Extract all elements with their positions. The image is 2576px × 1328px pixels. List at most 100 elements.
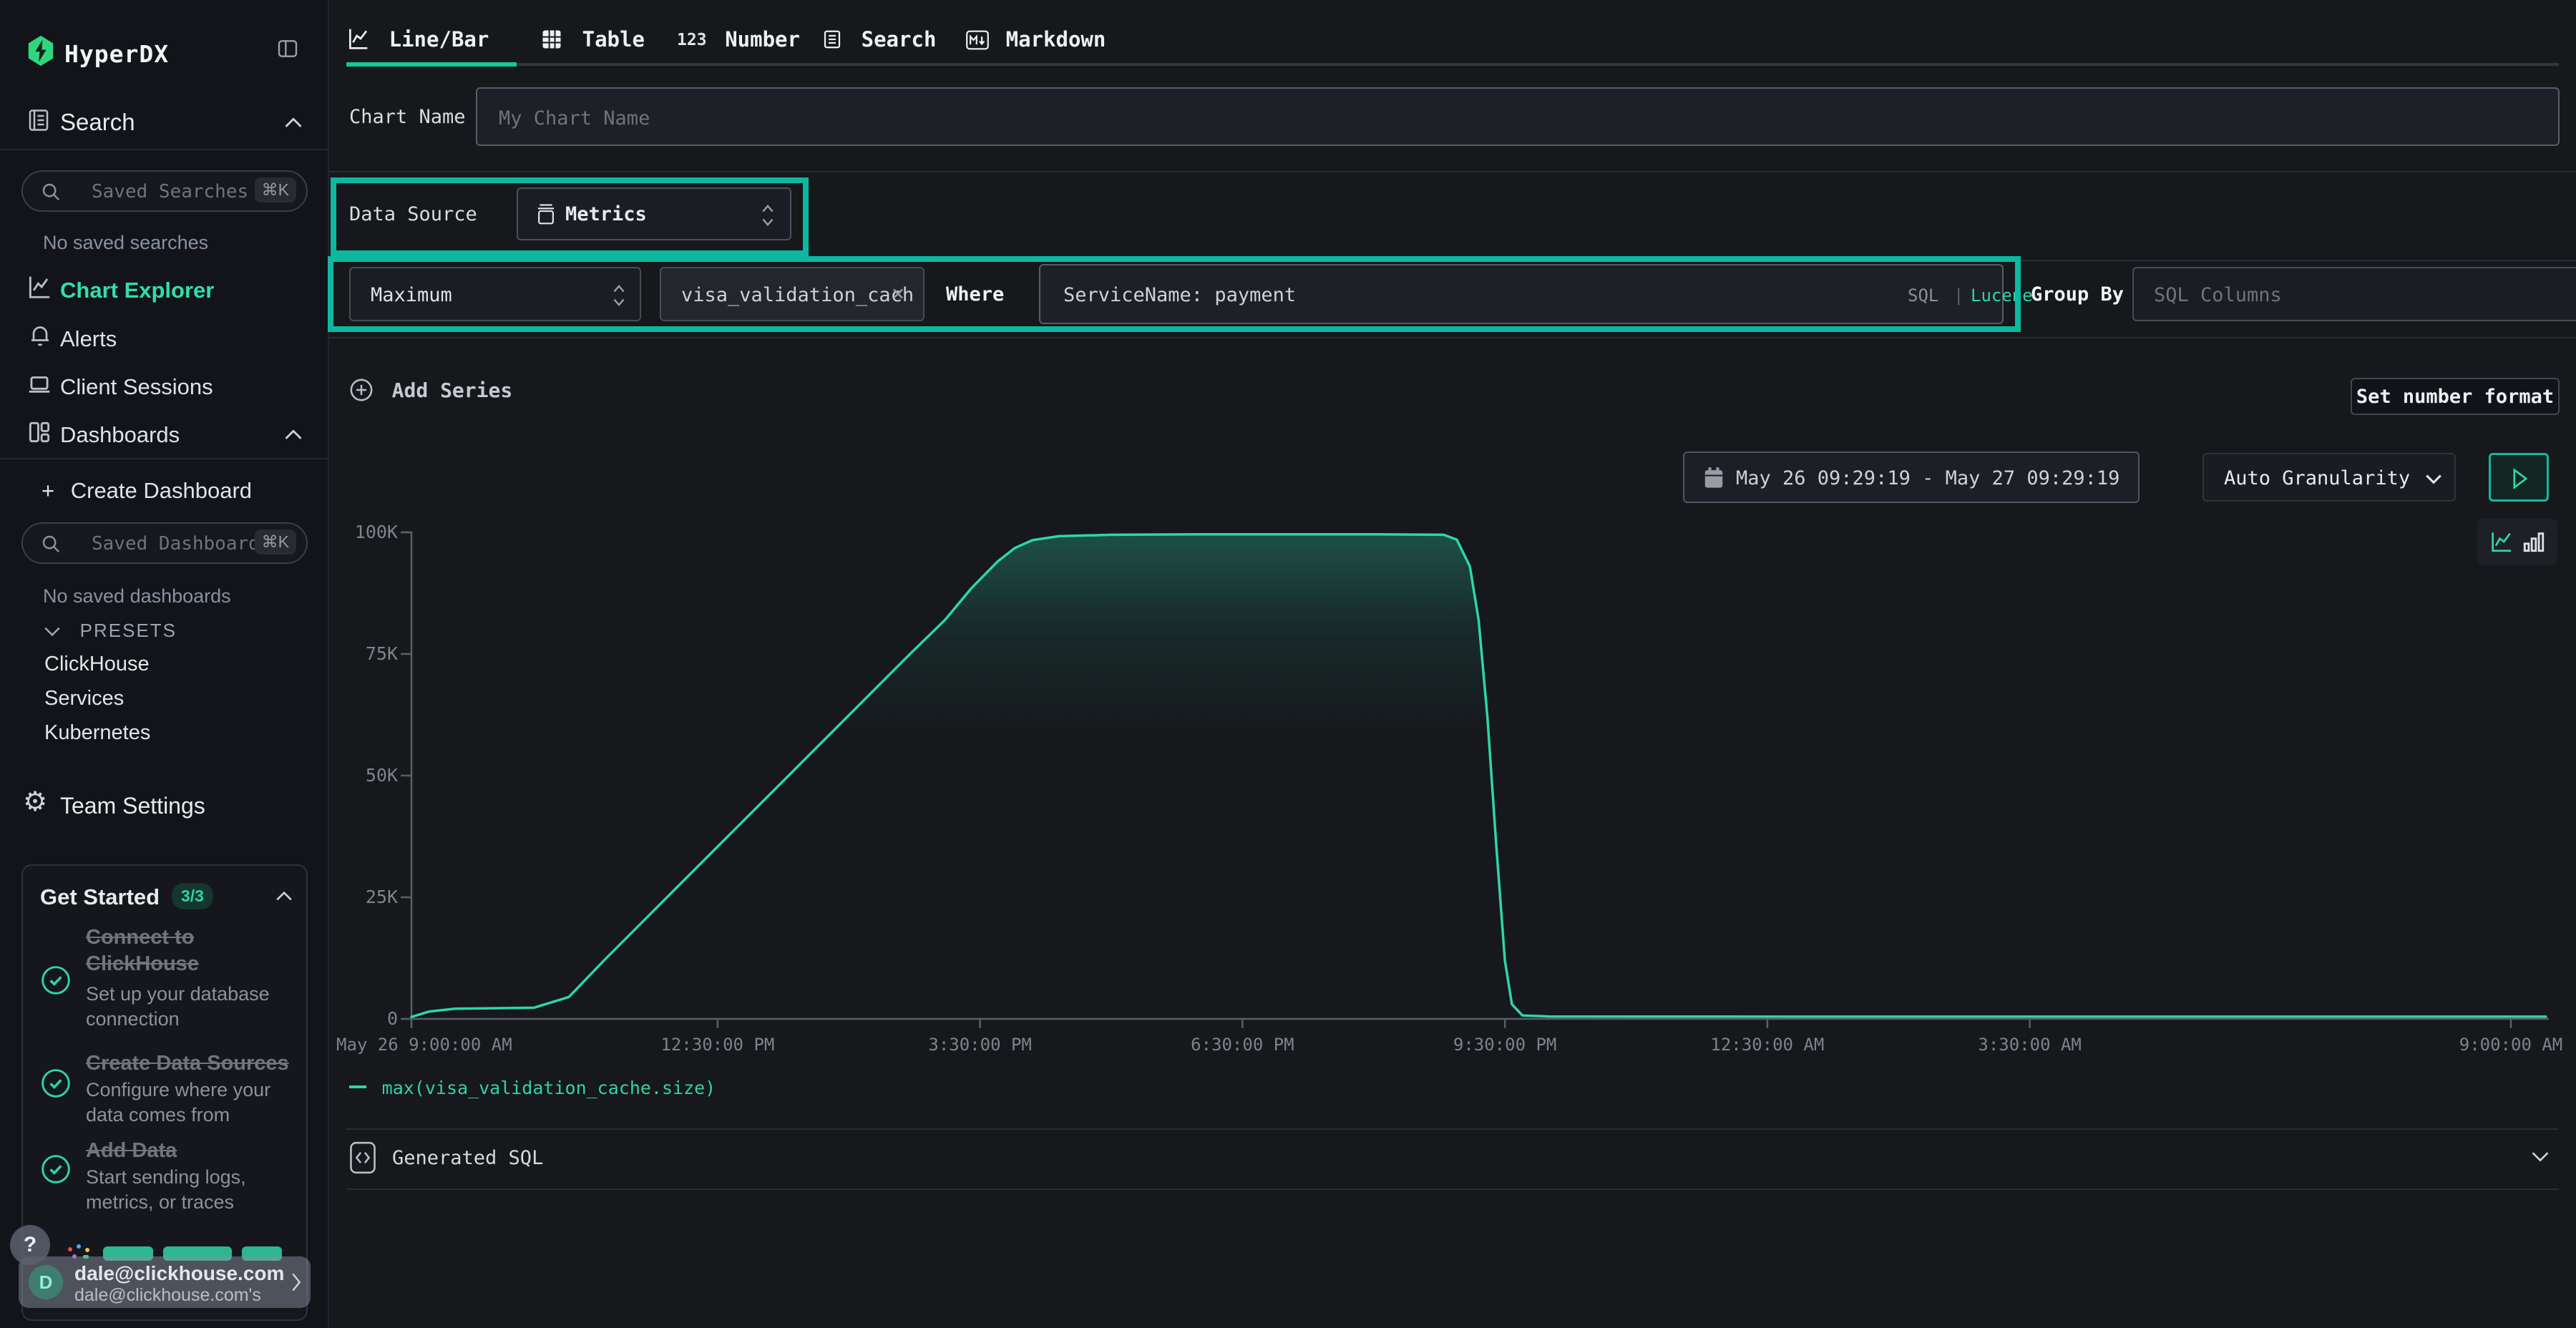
tab-number[interactable]: 123 Number bbox=[677, 27, 800, 52]
where-value: ServiceName: payment bbox=[1063, 284, 1296, 306]
laptop-icon bbox=[26, 371, 53, 398]
sidebar-item-client-sessions[interactable]: Client Sessions bbox=[60, 374, 213, 400]
tab-search[interactable]: Search bbox=[821, 27, 936, 52]
date-range-input[interactable]: May 26 09:29:19 - May 27 09:29:19 bbox=[1683, 451, 2140, 503]
get-started-item-desc: Set up your database connection bbox=[86, 982, 286, 1032]
get-started-item-title[interactable]: Create Data Sources bbox=[86, 1050, 308, 1077]
chart-name-label: Chart Name bbox=[349, 106, 466, 128]
tab-table[interactable]: Table bbox=[541, 27, 645, 52]
saved-dashboards-input[interactable]: Saved Dashboards ⌘K bbox=[21, 522, 308, 564]
play-icon bbox=[2511, 468, 2529, 489]
chevron-down-icon bbox=[2530, 1150, 2550, 1164]
list-document-icon bbox=[821, 29, 843, 50]
shortcut-badge: ⌘K bbox=[255, 529, 296, 555]
run-query-button[interactable] bbox=[2489, 453, 2549, 502]
chart-area[interactable]: 025K50K75K100K May 26 9:00:00 AM12:30:00… bbox=[329, 522, 2576, 1068]
y-axis-tick-label: 100K bbox=[329, 522, 398, 542]
chevron-up-icon[interactable] bbox=[283, 428, 303, 441]
divider bbox=[329, 260, 2576, 261]
y-axis-tick-label: 0 bbox=[329, 1008, 398, 1029]
plus-circle-icon bbox=[349, 378, 374, 402]
granularity-select[interactable]: Auto Granularity bbox=[2202, 453, 2456, 502]
search-icon bbox=[40, 181, 62, 202]
x-axis-tick-label: 9:00:00 AM bbox=[2459, 1035, 2563, 1055]
aggregation-value: Maximum bbox=[371, 284, 452, 306]
metric-tag-label: visa_validation_cach bbox=[681, 284, 914, 306]
generated-sql-toggle[interactable]: Generated SQL bbox=[329, 1128, 2576, 1188]
get-started-card: Get Started 3/3 Connect to ClickHouse Se… bbox=[21, 864, 308, 1321]
group-by-label: Group By bbox=[2031, 283, 2124, 306]
brand-name: HyperDX bbox=[64, 40, 169, 68]
data-source-select[interactable]: Metrics bbox=[517, 187, 791, 240]
get-started-item-desc: Configure where your data comes from bbox=[86, 1078, 286, 1128]
tabs-underline bbox=[346, 63, 2559, 66]
group-by-input[interactable]: SQL Columns bbox=[2132, 267, 2576, 321]
markdown-icon bbox=[966, 29, 989, 51]
chart-explorer-icon bbox=[26, 273, 53, 301]
code-icon bbox=[349, 1141, 376, 1174]
collapse-sidebar-icon[interactable] bbox=[276, 37, 299, 60]
select-chevrons-icon bbox=[760, 202, 776, 229]
gear-icon: ⚙ bbox=[23, 786, 47, 817]
metric-tag[interactable]: visa_validation_cach × bbox=[660, 267, 924, 321]
divider bbox=[329, 171, 2576, 172]
select-chevrons-icon bbox=[611, 282, 627, 309]
saved-searches-input[interactable]: Saved Searches ⌘K bbox=[21, 170, 308, 212]
x-axis-tick-label: 3:30:00 AM bbox=[1978, 1035, 2082, 1055]
where-input[interactable]: ServiceName: payment SQL | Lucene bbox=[1039, 264, 2004, 324]
bell-icon bbox=[27, 322, 53, 348]
help-button[interactable]: ? bbox=[10, 1225, 50, 1265]
chevron-down-icon bbox=[2424, 473, 2443, 486]
tab-line-bar[interactable]: Line/Bar bbox=[346, 27, 489, 52]
sql-mode-toggle[interactable]: SQL bbox=[1908, 285, 1938, 306]
date-range-value: May 26 09:29:19 - May 27 09:29:19 bbox=[1736, 467, 2119, 489]
add-series-label: Add Series bbox=[392, 379, 513, 402]
user-email: dale@clickhouse.com bbox=[74, 1262, 284, 1285]
table-icon bbox=[541, 29, 562, 50]
add-series-button[interactable]: Add Series bbox=[349, 378, 512, 402]
get-started-title: Get Started bbox=[40, 884, 160, 910]
get-started-item-title[interactable]: Add Data bbox=[86, 1138, 308, 1164]
hyperdx-logo-icon bbox=[24, 34, 57, 67]
tab-markdown[interactable]: Markdown bbox=[966, 27, 1106, 52]
dashboards-icon bbox=[26, 419, 53, 446]
sidebar-section-search[interactable]: Search bbox=[60, 109, 135, 136]
divider bbox=[0, 149, 329, 150]
chevron-up-icon[interactable] bbox=[275, 890, 293, 902]
y-axis-tick-label: 50K bbox=[329, 765, 398, 786]
presets-toggle[interactable]: PRESETS bbox=[43, 620, 177, 642]
granularity-value: Auto Granularity bbox=[2224, 467, 2410, 489]
preset-clickhouse[interactable]: ClickHouse bbox=[44, 653, 150, 676]
chevron-up-icon[interactable] bbox=[283, 116, 303, 129]
lucene-mode-toggle[interactable]: Lucene bbox=[1971, 285, 2033, 306]
calendar-icon bbox=[1703, 466, 1724, 490]
user-menu[interactable]: D dale@clickhouse.com dale@clickhouse.co… bbox=[19, 1256, 311, 1308]
line-chart bbox=[329, 522, 2576, 1068]
x-axis-tick-label: 6:30:00 PM bbox=[1191, 1035, 1294, 1055]
x-axis-tick-label: 12:30:00 PM bbox=[660, 1035, 774, 1055]
generated-sql-label: Generated SQL bbox=[392, 1147, 543, 1169]
sidebar-item-alerts[interactable]: Alerts bbox=[60, 326, 117, 352]
no-saved-searches-note: No saved searches bbox=[43, 232, 208, 254]
chart-legend[interactable]: max(visa_validation_cache.size) bbox=[349, 1078, 716, 1098]
avatar: D bbox=[29, 1265, 63, 1299]
y-axis-tick-label: 75K bbox=[329, 643, 398, 664]
create-dashboard-button[interactable]: + Create Dashboard bbox=[42, 478, 252, 504]
remove-tag-icon[interactable]: × bbox=[892, 281, 904, 306]
get-started-item-title[interactable]: Connect to ClickHouse bbox=[86, 924, 279, 977]
shortcut-badge: ⌘K bbox=[255, 177, 296, 202]
mode-separator: | bbox=[1953, 285, 1963, 306]
y-axis-tick-label: 25K bbox=[329, 887, 398, 907]
sidebar: HyperDX Search Saved Searches ⌘K No save… bbox=[0, 0, 329, 1328]
aggregation-select[interactable]: Maximum bbox=[349, 267, 641, 321]
data-source-label: Data Source bbox=[349, 203, 477, 225]
preset-services[interactable]: Services bbox=[44, 687, 124, 711]
set-number-format-button[interactable]: Set number format bbox=[2351, 378, 2560, 415]
sidebar-item-dashboards[interactable]: Dashboards bbox=[60, 422, 180, 448]
sidebar-item-team-settings[interactable]: Team Settings bbox=[60, 793, 205, 819]
divider bbox=[0, 458, 329, 459]
preset-kubernetes[interactable]: Kubernetes bbox=[44, 721, 150, 745]
line-chart-icon bbox=[346, 27, 369, 50]
chart-name-input[interactable]: My Chart Name bbox=[476, 87, 2560, 146]
sidebar-item-chart-explorer[interactable]: Chart Explorer bbox=[60, 278, 214, 303]
